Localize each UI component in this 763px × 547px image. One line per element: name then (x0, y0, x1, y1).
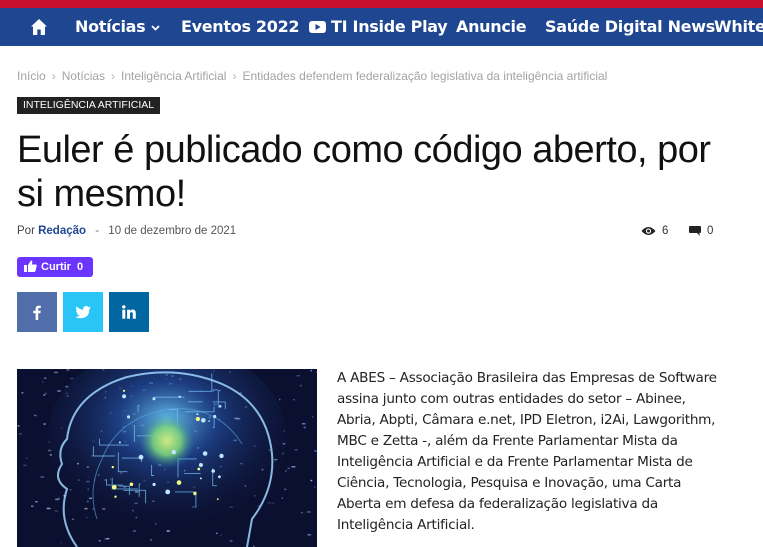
chevron-down-icon (151, 24, 161, 31)
view-count: 6 (641, 225, 668, 237)
breadcrumb-separator: › (111, 69, 116, 83)
author-link[interactable]: Redação (38, 225, 86, 237)
nav-item-label: Saúde Digital News (545, 17, 715, 36)
nav-item-saude-digital-news[interactable]: Saúde Digital News (545, 8, 715, 46)
breadcrumb-home[interactable]: Início (17, 69, 46, 83)
top-accent-bar (0, 0, 763, 8)
article-meta: Por Redação - 10 de dezembro de 2021 (17, 225, 236, 237)
publish-date: 10 de dezembro de 2021 (108, 225, 237, 237)
breadcrumb-current: Entidades defendem federalização legisla… (242, 69, 608, 83)
nav-item-label: Eventos 2022 (181, 17, 300, 36)
breadcrumb-separator: › (232, 69, 237, 83)
view-count-value: 6 (662, 225, 669, 237)
nav-item-label: White (714, 17, 763, 36)
nav-item-white[interactable]: White (714, 8, 763, 46)
category-badge[interactable]: INTELIGÊNCIA ARTIFICIAL (17, 97, 161, 114)
eye-icon (641, 226, 656, 235)
comment-icon (689, 225, 701, 236)
nav-item-label: Anuncie (456, 17, 527, 36)
author-prefix: Por (17, 225, 35, 237)
nav-item-noticias[interactable]: Notícias (75, 8, 161, 46)
share-linkedin-button[interactable] (109, 292, 149, 332)
breadcrumb-category[interactable]: Inteligência Artificial (121, 69, 226, 83)
article-title: Euler é publicado como código aberto, po… (17, 129, 711, 215)
nav-item-eventos[interactable]: Eventos 2022 (181, 8, 300, 46)
thumbs-up-icon (24, 260, 37, 272)
share-twitter-button[interactable] (63, 292, 103, 332)
youtube-icon (309, 21, 326, 33)
ai-head-illustration (17, 369, 317, 547)
nav-item-anuncie[interactable]: Anuncie (456, 8, 527, 46)
meta-separator: - (95, 225, 100, 237)
nav-item-ti-inside-play[interactable]: TI Inside Play (309, 8, 448, 46)
breadcrumb: Início › Notícias › Inteligência Artificial ›… (17, 69, 607, 83)
breadcrumb-noticias[interactable]: Notícias (62, 69, 105, 83)
nav-item-label: TI Inside Play (331, 17, 448, 36)
like-button[interactable]: Curtir 0 (17, 257, 93, 277)
twitter-icon (75, 305, 91, 318)
facebook-icon (33, 305, 41, 320)
nav-item-label: Notícias (75, 17, 146, 36)
home-icon[interactable] (30, 18, 48, 36)
main-navbar: Notícias Eventos 2022 TI Inside Play Anu… (0, 8, 763, 46)
breadcrumb-separator: › (51, 69, 56, 83)
article-hero-image (17, 369, 317, 547)
like-label: Curtir (41, 261, 71, 273)
like-count: 0 (77, 261, 84, 273)
share-facebook-button[interactable] (17, 292, 57, 332)
linkedin-icon (122, 305, 136, 319)
comment-count[interactable]: 0 (689, 225, 713, 237)
comment-count-value: 0 (707, 225, 714, 237)
article-lead-paragraph: A ABES – Associação Brasileira das Empre… (337, 370, 717, 533)
